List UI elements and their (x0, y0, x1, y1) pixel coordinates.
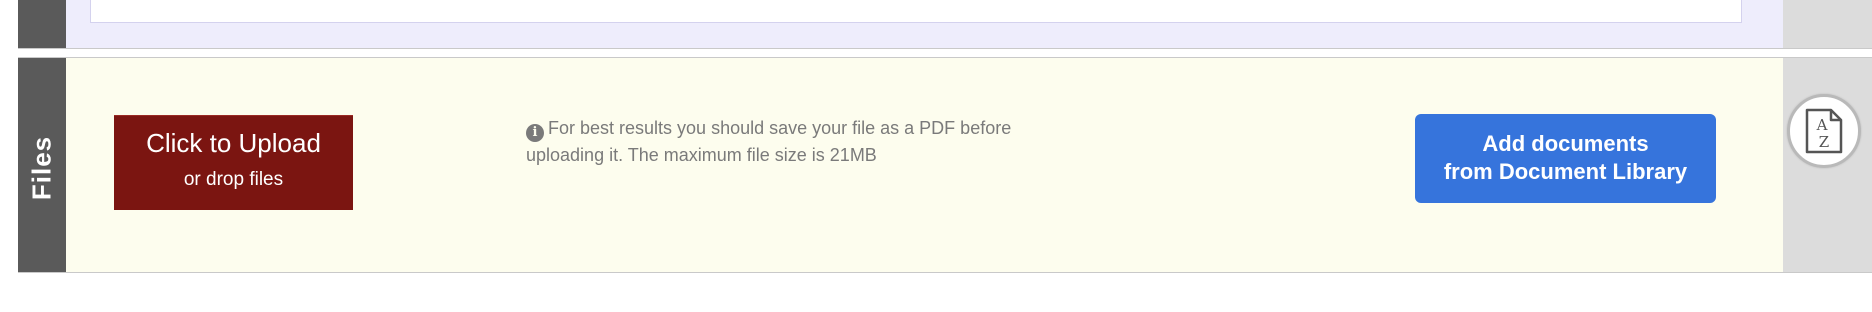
upload-hint: i For best results you should save your f… (526, 115, 1086, 169)
sort-icon-letter-z: Z (1819, 133, 1829, 151)
sort-az-button[interactable]: A Z (1787, 94, 1861, 168)
files-section: Files Click to Upload or drop files i For… (18, 57, 1872, 273)
upload-button[interactable]: Click to Upload or drop files (114, 115, 353, 210)
add-from-library-label-line1: Add documents (1482, 131, 1649, 156)
top-section-panel (66, 0, 1783, 48)
upload-button-label: Click to Upload (146, 128, 321, 158)
upload-hint-text: For best results you should save your fi… (526, 118, 1012, 165)
files-tab-label: Files (26, 135, 57, 201)
info-icon: i (526, 124, 544, 142)
sort-icon-letter-a: A (1816, 116, 1828, 134)
add-from-library-label-line2: from Document Library (1443, 159, 1688, 184)
top-section-tab (18, 0, 66, 48)
top-section-right-strip (1783, 0, 1872, 48)
files-right-strip: A Z (1783, 58, 1872, 272)
add-from-library-button[interactable]: Add documents from Document Library (1415, 114, 1716, 203)
sort-az-document-icon: A Z (1805, 108, 1843, 154)
upload-button-sublabel: or drop files (183, 169, 284, 190)
files-tab: Files (18, 58, 66, 272)
files-dropzone[interactable]: Click to Upload or drop files i For best … (66, 58, 1783, 272)
top-section-content-box (90, 0, 1742, 23)
top-section (18, 0, 1872, 49)
